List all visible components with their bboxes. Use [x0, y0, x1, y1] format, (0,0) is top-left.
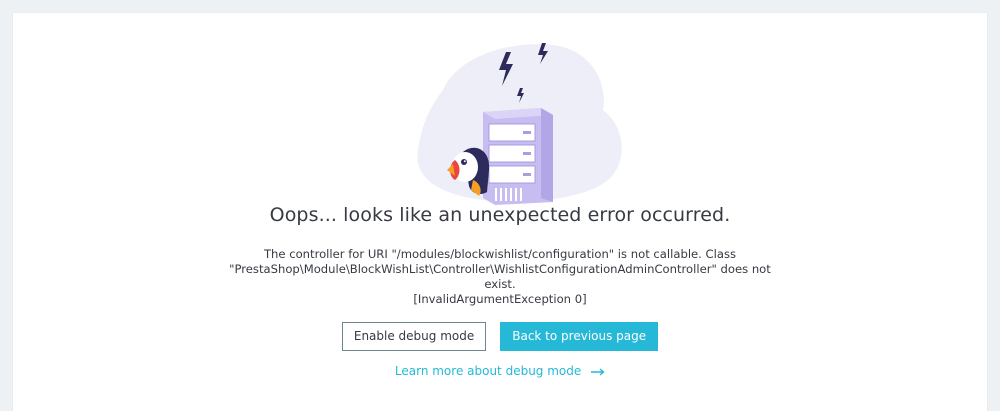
error-message-line: The controller for URI "/modules/blockwi… — [229, 247, 771, 276]
enable-debug-button[interactable]: Enable debug mode — [341, 322, 487, 351]
error-title: Oops... looks like an unexpected error o… — [269, 204, 731, 226]
learn-more-link[interactable]: Learn more about debug mode — [395, 364, 605, 378]
action-buttons: Enable debug mode Back to previous page — [13, 322, 987, 351]
error-exception: [InvalidArgumentException 0] — [413, 292, 587, 306]
puffin-server-illustration — [417, 43, 622, 205]
learn-more: Learn more about debug mode — [13, 364, 987, 378]
error-message-line: exist. — [484, 277, 516, 291]
server-icon — [483, 108, 553, 205]
error-message: The controller for URI "/modules/blockwi… — [23, 247, 977, 307]
learn-more-label: Learn more about debug mode — [394, 364, 582, 378]
arrow-right-icon — [591, 367, 605, 376]
error-card: Oops... looks like an unexpected error o… — [13, 13, 987, 411]
back-button[interactable]: Back to previous page — [500, 322, 659, 351]
